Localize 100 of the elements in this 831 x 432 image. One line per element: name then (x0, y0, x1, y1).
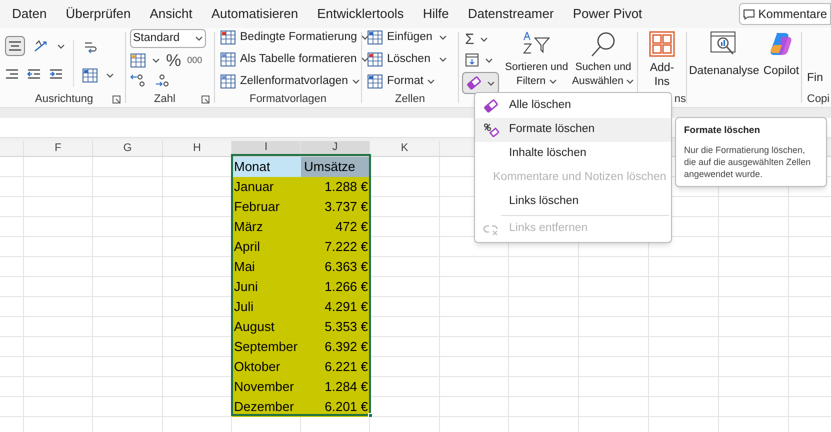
group-label: Zahl (154, 92, 176, 107)
cells-button[interactable]: Einfügen (367, 29, 453, 46)
autosum-button[interactable]: Σ (465, 32, 474, 46)
caret-icon (106, 73, 114, 78)
currency-format-icon (130, 53, 146, 68)
table-cell: 6.221 € (301, 357, 370, 377)
increase-decimal-icon[interactable] (130, 73, 146, 87)
format-eraser-icon (483, 123, 499, 137)
number-format-dropdown[interactable]: Standard (130, 29, 206, 48)
table-cell: März (232, 217, 301, 237)
caret-icon (352, 79, 360, 84)
increase-indent-icon[interactable] (49, 68, 63, 80)
search-icon (589, 30, 618, 58)
ribbon-tab[interactable]: Ansicht (150, 4, 192, 24)
cells-icon (367, 52, 383, 67)
table-style-icon (220, 74, 236, 89)
wrap-text-icon[interactable] (82, 40, 98, 56)
styles-button[interactable]: Zellenformatvorlagen (220, 73, 356, 90)
caret-icon (57, 44, 65, 48)
table-cell: 5.353 € (301, 317, 370, 337)
caret-icon (485, 58, 493, 62)
copilot-button[interactable]: Copilot (763, 31, 800, 107)
add-ins-button[interactable]: Add- Ins (649, 28, 675, 91)
menu-item[interactable]: Inhalte löschen (475, 142, 671, 166)
ribbon-tab[interactable]: Datenstreamer (468, 4, 554, 24)
caret-icon (548, 78, 557, 84)
caret-icon (427, 79, 436, 84)
tooltip-text: Nur die Formatierung löschen, die auf die ausgewählten Zellen angewendet wurde. (684, 144, 812, 180)
table-cell: August (232, 317, 301, 337)
table-style-icon (220, 52, 236, 67)
table-cell: 1.266 € (301, 277, 370, 297)
eraser-icon (466, 76, 482, 90)
table-cell: 4.291 € (301, 297, 370, 317)
decrease-decimal-icon[interactable] (154, 73, 170, 87)
sort-filter-icon (522, 30, 552, 56)
dialog-launcher-icon[interactable] (201, 94, 210, 104)
menu-item[interactable]: Links löschen (475, 190, 671, 214)
group-label: Ausrichtung (35, 92, 94, 107)
group-label: Copi (807, 92, 830, 107)
ribbon-tab[interactable]: Entwicklertools (317, 4, 404, 24)
ribbon-tab[interactable]: Daten (12, 4, 47, 24)
column-header[interactable]: G (123, 140, 132, 157)
decrease-indent-icon[interactable] (27, 68, 41, 80)
group-label: ns (674, 92, 686, 107)
column-header[interactable]: H (193, 140, 201, 157)
thousands-separator-button[interactable]: 000 (187, 54, 202, 68)
align-right-icon[interactable] (5, 68, 19, 80)
group-label: Zellen (395, 92, 425, 107)
ribbon-tab[interactable]: Hilfe (422, 4, 449, 24)
table-cell: Mai (232, 257, 301, 277)
table-cell: Januar (232, 177, 301, 197)
comment-icon (743, 8, 756, 20)
table-cell: Juli (232, 297, 301, 317)
table-cell: Februar (232, 197, 301, 217)
column-header[interactable]: K (400, 140, 408, 157)
column-header[interactable]: F (54, 140, 62, 157)
table-cell: 3.737 € (301, 197, 370, 217)
cells-icon (367, 74, 383, 89)
table-cell: Juni (232, 277, 301, 297)
caret-icon (152, 58, 160, 63)
dialog-launcher-icon[interactable] (112, 94, 121, 104)
text-orientation-icon[interactable] (33, 39, 49, 53)
ribbon-tab[interactable]: Power Pivot (572, 4, 642, 24)
align-center-button[interactable] (5, 36, 25, 56)
data-analysis-button[interactable]: Datenanalyse (689, 31, 760, 107)
caret-icon (480, 36, 488, 42)
group-label: Formatvorlagen (249, 92, 327, 107)
tooltip-title: Formate löschen (684, 124, 762, 138)
table-cell: Umsätze (301, 157, 370, 177)
table-cell: 472 € (301, 217, 370, 237)
caret-icon (439, 35, 447, 40)
cells-button[interactable]: Löschen (367, 51, 453, 68)
table-cell: April (232, 237, 301, 257)
table-cell: 7.222 € (301, 237, 370, 257)
cells-button[interactable]: Format (367, 73, 453, 90)
table-cell: Oktober (232, 357, 301, 377)
table-cell: Monat (232, 157, 301, 177)
align-center-icon[interactable] (8, 40, 22, 52)
table-cell: 6.392 € (301, 337, 370, 357)
percent-style-button[interactable]: % (166, 52, 182, 69)
merge-cells-icon (82, 68, 98, 83)
comments-button[interactable]: Kommentare (739, 3, 831, 25)
menu-item[interactable]: Formate löschen (475, 118, 671, 142)
ribbon-tab[interactable]: Überprüfen (66, 4, 131, 24)
table-cell: 1.284 € (301, 377, 370, 397)
eraser-icon (483, 99, 499, 113)
caret-icon (626, 78, 634, 84)
ribbon-tab[interactable]: Automatisieren (211, 4, 298, 24)
caret-icon (487, 80, 495, 86)
grid-icon (649, 31, 675, 57)
clear-button[interactable] (462, 72, 499, 94)
column-header[interactable]: I (264, 139, 268, 156)
caret-icon (195, 36, 203, 41)
table-cell: 6.363 € (301, 257, 370, 277)
table-cell: September (232, 337, 301, 357)
column-header[interactable]: J (332, 139, 338, 156)
caret-icon (439, 57, 447, 62)
data-analysis-icon (710, 31, 738, 57)
fill-down-icon[interactable] (465, 53, 479, 67)
ribbon-button-label[interactable]: Fin (807, 70, 823, 87)
